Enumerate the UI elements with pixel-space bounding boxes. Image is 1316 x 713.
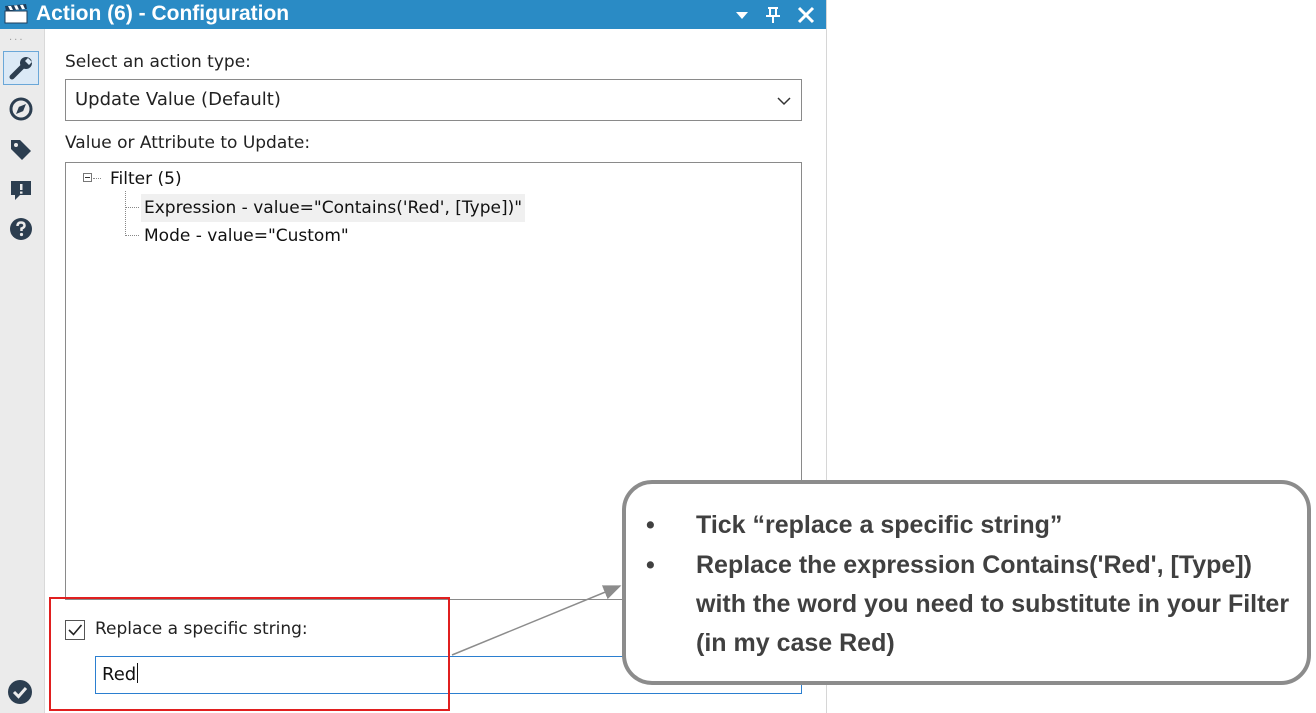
wrench-icon — [9, 57, 32, 80]
rail-grip: ··· — [9, 35, 25, 46]
instruction-callout: • Tick “replace a specific string” • Rep… — [622, 480, 1311, 685]
tag-icon — [11, 140, 31, 160]
action-type-label: Select an action type: — [65, 52, 251, 72]
rail-tag-button[interactable] — [3, 133, 39, 167]
dropdown-caret-icon[interactable] — [731, 4, 753, 26]
tree-node-filter[interactable]: Filter (5) — [110, 165, 182, 193]
tree-node-mode[interactable]: Mode - value="Custom" — [144, 222, 349, 250]
check-circle-icon — [8, 680, 32, 704]
pin-icon[interactable] — [762, 4, 784, 26]
rail-help-button[interactable] — [3, 212, 39, 246]
rail-messages-button[interactable] — [3, 173, 39, 207]
compass-icon — [9, 97, 33, 121]
tree-collapse-toggle[interactable] — [83, 173, 92, 182]
highlight-box — [49, 597, 450, 711]
close-icon[interactable] — [795, 4, 817, 26]
bullet-dot: • — [646, 551, 655, 579]
callout-bullet-text: Replace the expression Contains('Red', [… — [696, 551, 1290, 657]
tree-connector — [93, 178, 101, 179]
bullet-dot: • — [646, 511, 655, 539]
window-title: Action (6) - Configuration — [36, 2, 290, 25]
rail-annotation-button[interactable] — [3, 92, 39, 126]
tree-connector — [125, 235, 139, 236]
tree-node-expression[interactable]: Expression - value="Contains('Red', [Typ… — [141, 194, 526, 222]
tool-rail: ··· — [0, 29, 45, 713]
chevron-down-icon — [777, 97, 791, 106]
title-bar: Action (6) - Configuration — [0, 0, 826, 29]
action-type-value: Update Value (Default) — [75, 89, 281, 110]
tree-connector — [125, 191, 126, 236]
callout-bullet-text: Tick “replace a specific string” — [696, 511, 1063, 539]
tree-connector — [125, 207, 139, 208]
action-type-select[interactable]: Update Value (Default) — [65, 79, 802, 121]
help-icon — [10, 218, 32, 240]
alert-icon — [11, 181, 31, 200]
tree-label: Value or Attribute to Update: — [65, 133, 311, 153]
rail-configuration-button[interactable] — [3, 51, 39, 85]
clapperboard-icon — [4, 4, 28, 24]
